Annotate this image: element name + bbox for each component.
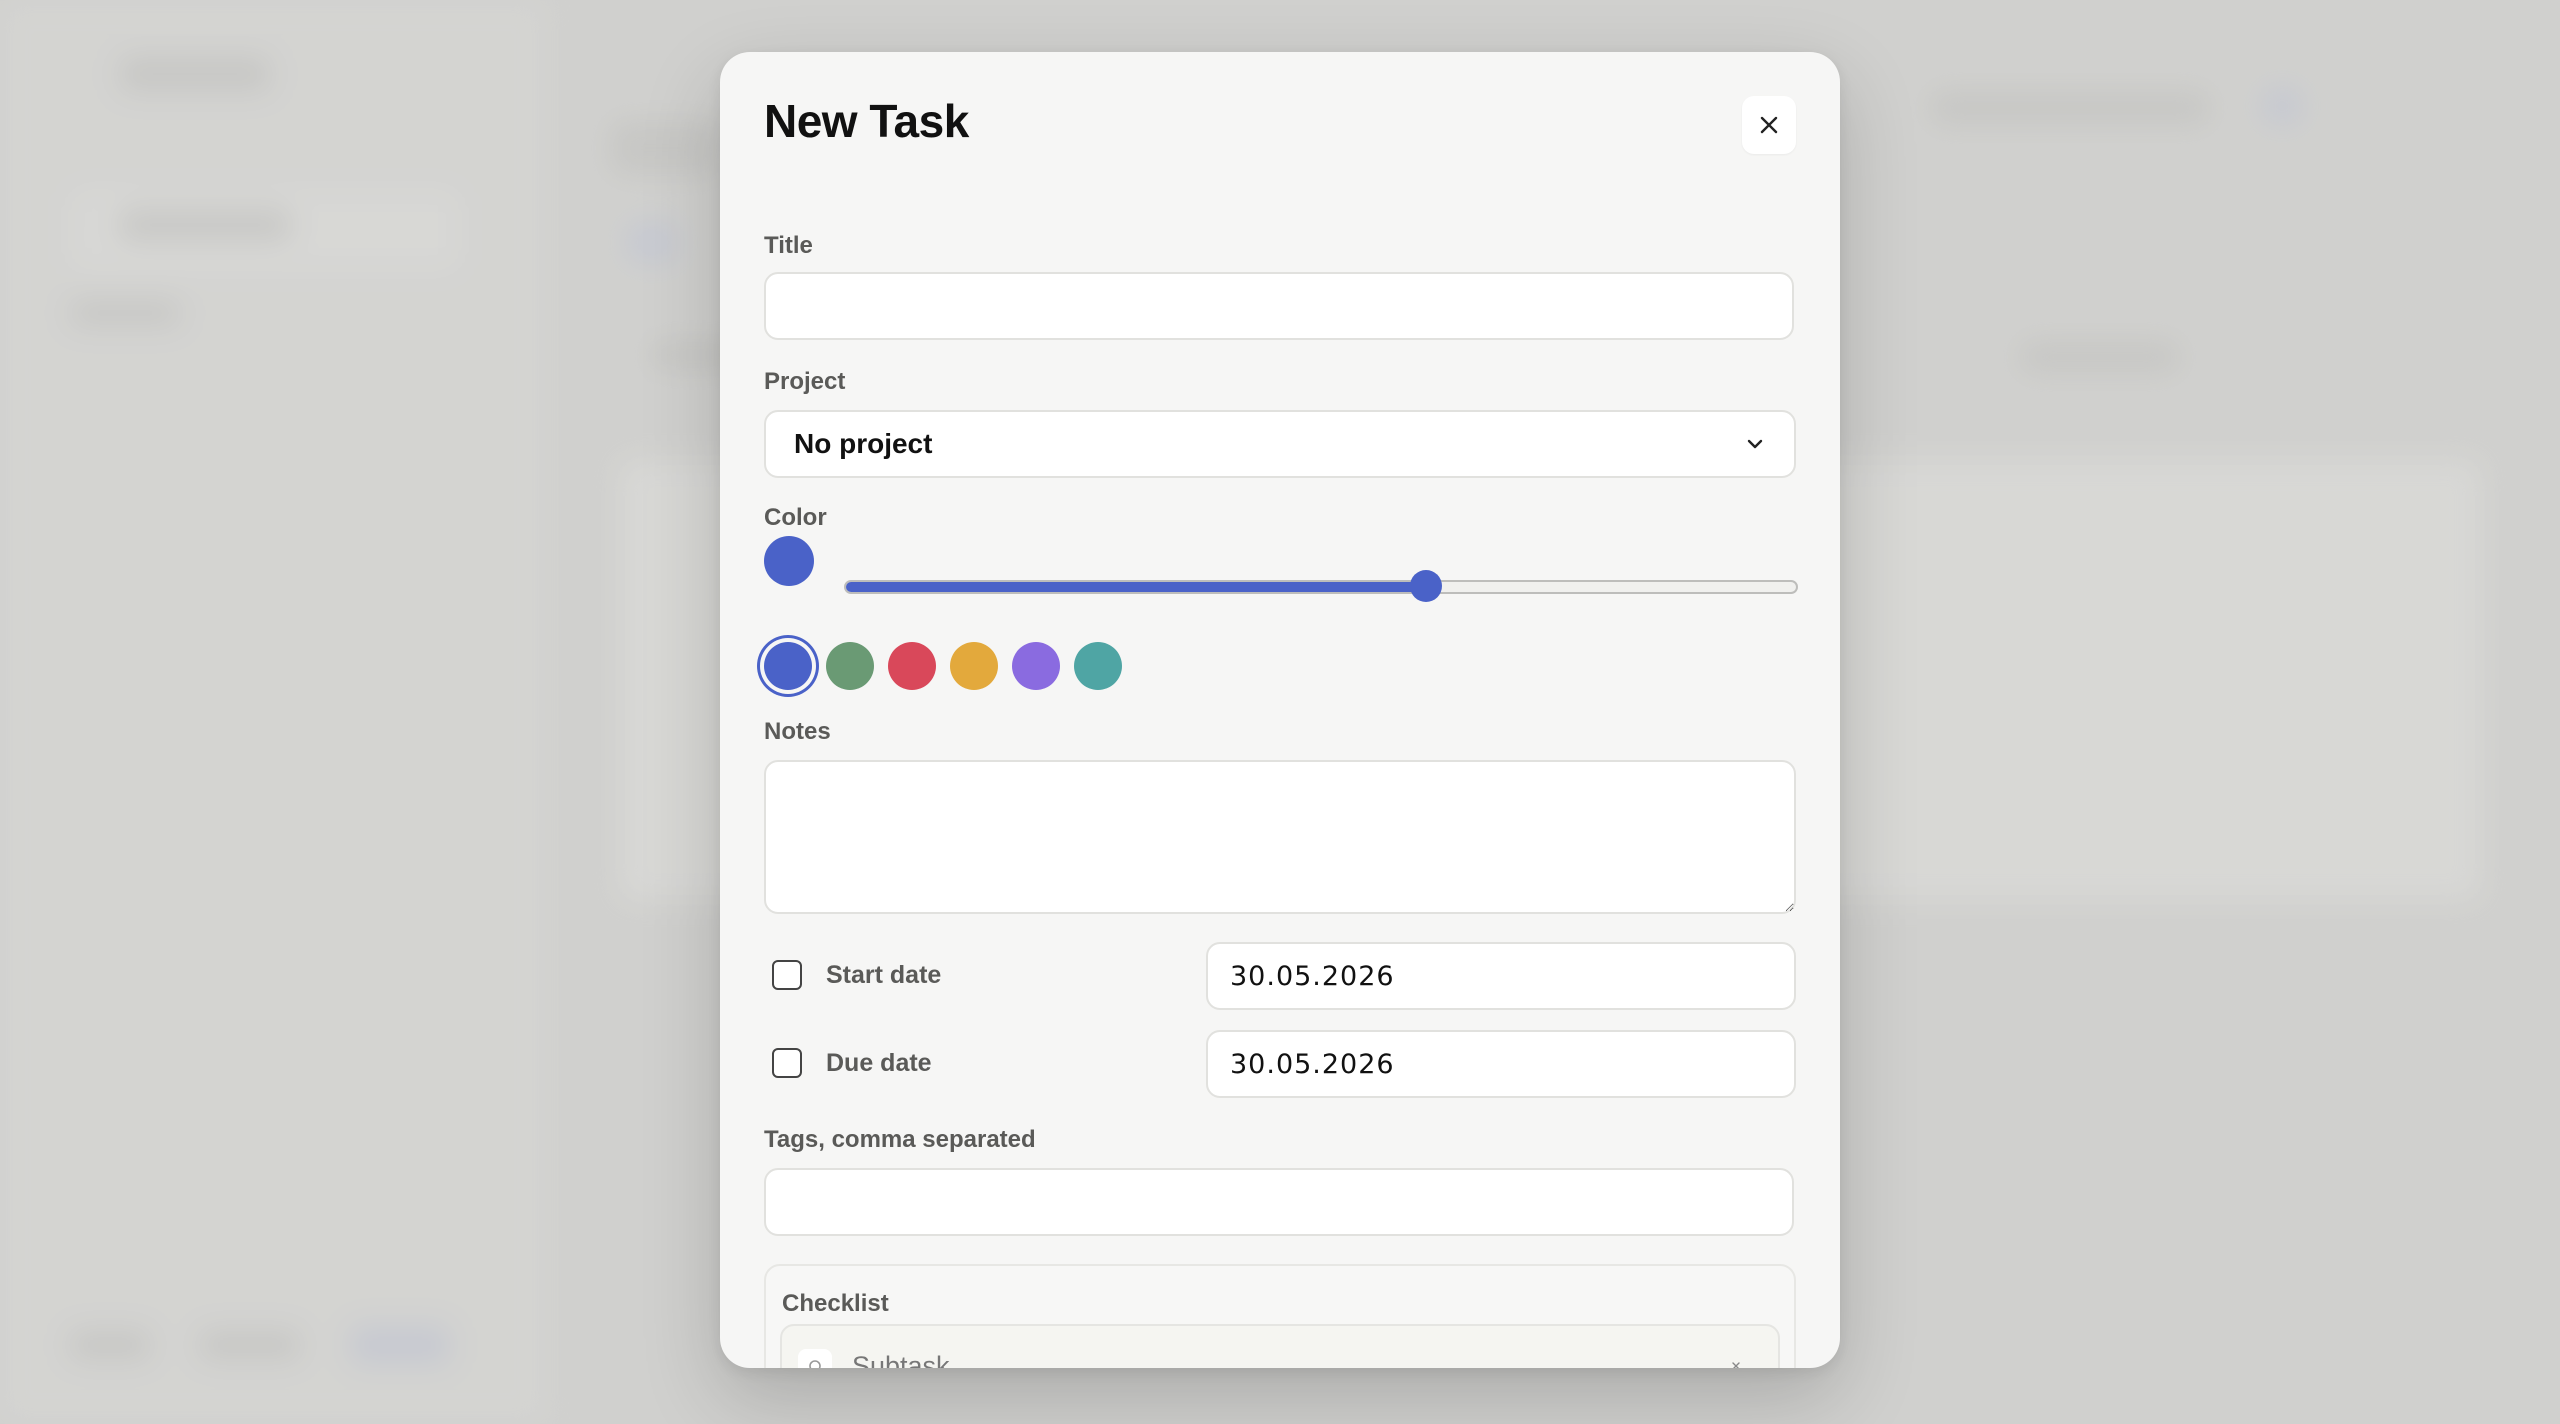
new-task-dialog: New Task Title Project No project Color … <box>720 52 1840 1368</box>
remove-icon <box>1732 1362 1740 1368</box>
start-date-toggle[interactable]: Start date <box>772 960 941 990</box>
circle-icon <box>809 1360 821 1368</box>
color-slider[interactable] <box>844 570 1798 602</box>
title-input[interactable] <box>764 272 1794 340</box>
color-preview <box>764 536 814 586</box>
tags-input[interactable] <box>764 1168 1794 1236</box>
project-label: Project <box>764 368 846 395</box>
project-select[interactable]: No project <box>764 410 1796 478</box>
notes-textarea[interactable] <box>764 760 1796 914</box>
color-swatch[interactable] <box>826 642 874 690</box>
subtask-placeholder[interactable]: Subtask <box>852 1351 1718 1369</box>
subtask-remove-button[interactable] <box>1718 1348 1754 1368</box>
color-swatch[interactable] <box>888 642 936 690</box>
color-swatch[interactable] <box>950 642 998 690</box>
close-button[interactable] <box>1742 96 1796 154</box>
dialog-title: New Task <box>764 95 969 147</box>
title-label: Title <box>764 232 813 259</box>
start-date-checkbox[interactable] <box>772 960 802 990</box>
checklist-title: Checklist <box>782 1290 889 1317</box>
due-date-checkbox[interactable] <box>772 1048 802 1078</box>
due-date-input[interactable]: 30.05.2026 <box>1206 1030 1796 1098</box>
project-select-value: No project <box>794 428 933 459</box>
due-date-label: Due date <box>826 1048 932 1077</box>
subtask-row[interactable]: Subtask <box>780 1324 1780 1368</box>
color-swatch[interactable] <box>764 642 812 690</box>
notes-label: Notes <box>764 718 831 745</box>
due-date-toggle[interactable]: Due date <box>772 1048 932 1078</box>
close-icon <box>1760 116 1778 134</box>
color-swatch[interactable] <box>1074 642 1122 690</box>
subtask-checkbox[interactable] <box>798 1349 832 1368</box>
tags-label: Tags, comma separated <box>764 1126 1036 1153</box>
color-label: Color <box>764 504 827 531</box>
checklist-section: Checklist Subtask <box>764 1264 1796 1368</box>
color-slider-thumb[interactable] <box>1409 570 1442 602</box>
color-slider-fill <box>846 582 1426 592</box>
color-swatch[interactable] <box>1012 642 1060 690</box>
chevron-down-icon <box>1747 439 1763 449</box>
start-date-input[interactable]: 30.05.2026 <box>1206 942 1796 1010</box>
color-swatches <box>764 642 1122 690</box>
start-date-label: Start date <box>826 960 942 989</box>
